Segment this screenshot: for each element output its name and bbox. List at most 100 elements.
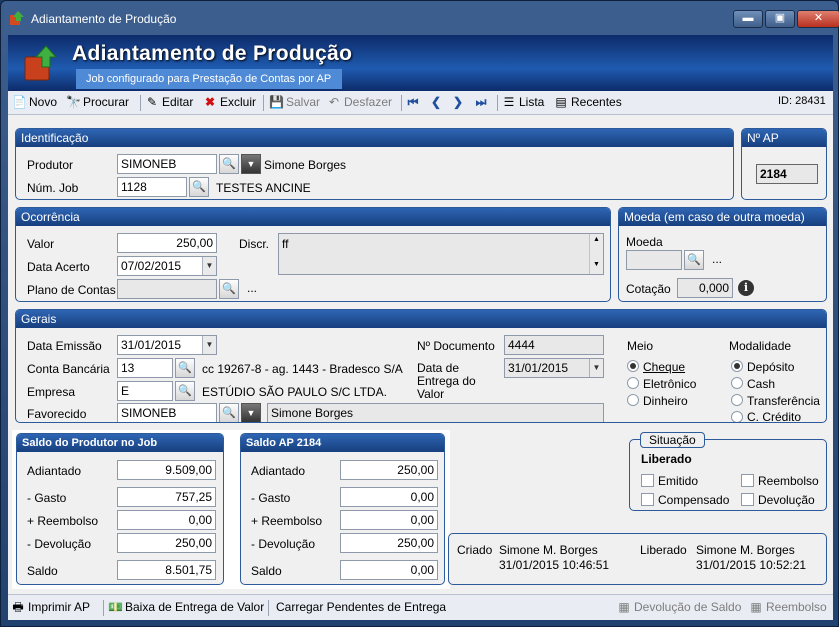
saldo-ap-title: Saldo AP 2184	[241, 434, 444, 452]
saldo-ap-panel: Saldo AP 2184 Adiantado 250,00 - Gasto 0…	[240, 433, 445, 585]
conta-desc: cc 19267-8 - ag. 1443 - Bradesco S/A	[202, 362, 403, 376]
audit-panel: Criado Simone M. Borges 31/01/2015 10:46…	[448, 533, 827, 585]
search-button[interactable]: 🔭 Procurar	[66, 95, 129, 109]
documento-input[interactable]: 4444	[504, 335, 604, 355]
modalidade-transferencia-label[interactable]: Transferência	[747, 394, 820, 408]
identificacao-title: Identificação	[16, 129, 733, 147]
moeda-input[interactable]	[626, 250, 682, 270]
carregar-pendentes-button[interactable]: Carregar Pendentes de Entrega	[276, 600, 446, 614]
moeda-desc: ...	[712, 252, 723, 266]
devolucao-saldo-button[interactable]: ▦ Devolução de Saldo	[617, 600, 741, 614]
meio-dinheiro-label[interactable]: Dinheiro	[643, 394, 688, 408]
favorecido-input[interactable]: SIMONEB	[117, 403, 217, 422]
empresa-search-button[interactable]: 🔍	[175, 381, 195, 401]
favorecido-dropdown-button[interactable]: ▼	[241, 403, 261, 422]
search-icon: 🔍	[178, 385, 192, 397]
plano-desc: ...	[247, 281, 258, 295]
new-button[interactable]: 📄 Novo	[12, 95, 57, 109]
reembolso-button[interactable]: ▦ Reembolso	[749, 600, 826, 614]
edit-button[interactable]: ✎ Editar	[145, 95, 193, 109]
identificacao-panel: Identificação Produtor SIMONEB 🔍 ▼ Simon…	[15, 128, 734, 200]
modalidade-cash-label[interactable]: Cash	[747, 377, 775, 391]
toolbar-separator	[140, 95, 141, 111]
favorecido-name[interactable]: Simone Borges	[267, 403, 604, 422]
empresa-input[interactable]: E	[117, 381, 173, 401]
toolbar: 📄 Novo 🔭 Procurar ✎ Editar ✖ Excluir 💾 Salvar…	[8, 91, 833, 115]
chevron-down-icon[interactable]: ▼	[202, 336, 216, 354]
cotacao-input[interactable]: 0,000	[677, 278, 733, 298]
conta-input[interactable]: 13	[117, 358, 173, 378]
modalidade-cash-radio[interactable]	[731, 377, 743, 389]
job-input[interactable]: 1128	[117, 177, 187, 197]
info-icon[interactable]: i	[738, 280, 754, 296]
discr-textarea[interactable]: ff ▲ ▼	[278, 233, 604, 275]
modalidade-deposito-label[interactable]: Depósito	[747, 360, 794, 374]
devolucao-checkbox[interactable]	[741, 493, 754, 506]
title-bar: Adiantamento de Produção ▬ ▣ ✕	[1, 1, 839, 35]
plano-input[interactable]	[117, 279, 217, 299]
compensado-checkbox[interactable]	[641, 493, 654, 506]
recent-button[interactable]: ▤ Recentes	[554, 95, 621, 109]
modalidade-label: Modalidade	[729, 339, 792, 353]
saldo-produtor-row-label: - Devolução	[27, 537, 92, 551]
undo-button[interactable]: ↶ Desfazer	[327, 95, 392, 109]
minimize-button[interactable]: ▬	[733, 10, 763, 28]
first-record-button[interactable]: ⏮	[406, 95, 420, 109]
chevron-down-icon[interactable]: ▼	[202, 257, 216, 275]
valor-label: Valor	[27, 237, 55, 251]
entrega-input[interactable]: 31/01/2015 ▼	[504, 358, 604, 378]
list-button[interactable]: ☰ Lista	[502, 95, 545, 109]
discr-label: Discr.	[239, 237, 269, 251]
produtor-input[interactable]: SIMONEB	[117, 154, 217, 174]
advance-logo-icon	[24, 45, 58, 81]
modalidade-deposito-radio[interactable]	[731, 360, 743, 372]
delete-button[interactable]: ✖ Excluir	[203, 95, 256, 109]
close-button[interactable]: ✕	[797, 10, 839, 28]
liberado-date: 31/01/2015 10:52:21	[696, 558, 807, 572]
emissao-label: Data Emissão	[27, 339, 102, 353]
criado-date: 31/01/2015 10:46:51	[499, 558, 610, 572]
record-id: ID: 28431	[778, 95, 826, 107]
previous-record-button[interactable]: ❮	[429, 95, 443, 109]
reembolso-checkbox[interactable]	[741, 474, 754, 487]
produtor-label: Produtor	[27, 158, 74, 172]
print-ap-button[interactable]: 🖶 Imprimir AP	[11, 600, 90, 614]
data-acerto-label: Data Acerto	[27, 260, 90, 274]
scrollbar[interactable]: ▲ ▼	[589, 234, 603, 274]
chevron-left-icon: ❮	[430, 95, 442, 109]
modalidade-transferencia-radio[interactable]	[731, 394, 743, 406]
valor-input[interactable]: 250,00	[117, 233, 217, 253]
baixa-entrega-button[interactable]: 💵 Baixa de Entrega de Valor	[108, 600, 264, 614]
modalidade-credito-radio[interactable]	[731, 411, 743, 422]
produtor-dropdown-button[interactable]: ▼	[241, 154, 261, 174]
chevron-down-icon[interactable]: ▼	[589, 359, 603, 377]
moeda-search-button[interactable]: 🔍	[684, 250, 704, 270]
plano-search-button[interactable]: 🔍	[219, 279, 239, 299]
maximize-button[interactable]: ▣	[765, 10, 795, 28]
criado-user: Simone M. Borges	[499, 543, 598, 557]
ocorrencia-panel: Ocorrência Valor 250,00 Data Acerto 07/0…	[15, 207, 611, 302]
job-search-button[interactable]: 🔍	[189, 177, 209, 197]
meio-dinheiro-radio[interactable]	[627, 394, 639, 406]
meio-cheque-radio[interactable]	[627, 360, 639, 372]
toolbar-separator	[263, 95, 264, 111]
emissao-input[interactable]: 31/01/2015 ▼	[117, 335, 217, 355]
favorecido-search-button[interactable]: 🔍	[219, 403, 239, 422]
meio-eletronico-radio[interactable]	[627, 377, 639, 389]
meio-cheque-label[interactable]: Cheque	[643, 360, 685, 374]
page-title: Adiantamento de Produção	[72, 42, 353, 65]
data-acerto-input[interactable]: 07/02/2015 ▼	[117, 256, 217, 276]
last-record-button[interactable]: ⏭	[474, 95, 488, 109]
produtor-search-button[interactable]: 🔍	[219, 154, 239, 174]
compensado-label: Compensado	[658, 493, 730, 507]
reembolso-label: Reembolso	[758, 474, 819, 488]
next-record-button[interactable]: ❯	[451, 95, 465, 109]
modalidade-credito-label[interactable]: C. Crédito	[747, 410, 801, 422]
meio-eletronico-label[interactable]: Eletrônico	[643, 377, 696, 391]
cotacao-label: Cotação	[626, 282, 671, 296]
saldo-ap-row-label: Saldo	[251, 564, 282, 578]
conta-search-button[interactable]: 🔍	[175, 358, 195, 378]
saldo-produtor-row-label: + Reembolso	[27, 514, 99, 528]
save-button[interactable]: 💾 Salvar	[269, 95, 320, 109]
emitido-checkbox[interactable]	[641, 474, 654, 487]
